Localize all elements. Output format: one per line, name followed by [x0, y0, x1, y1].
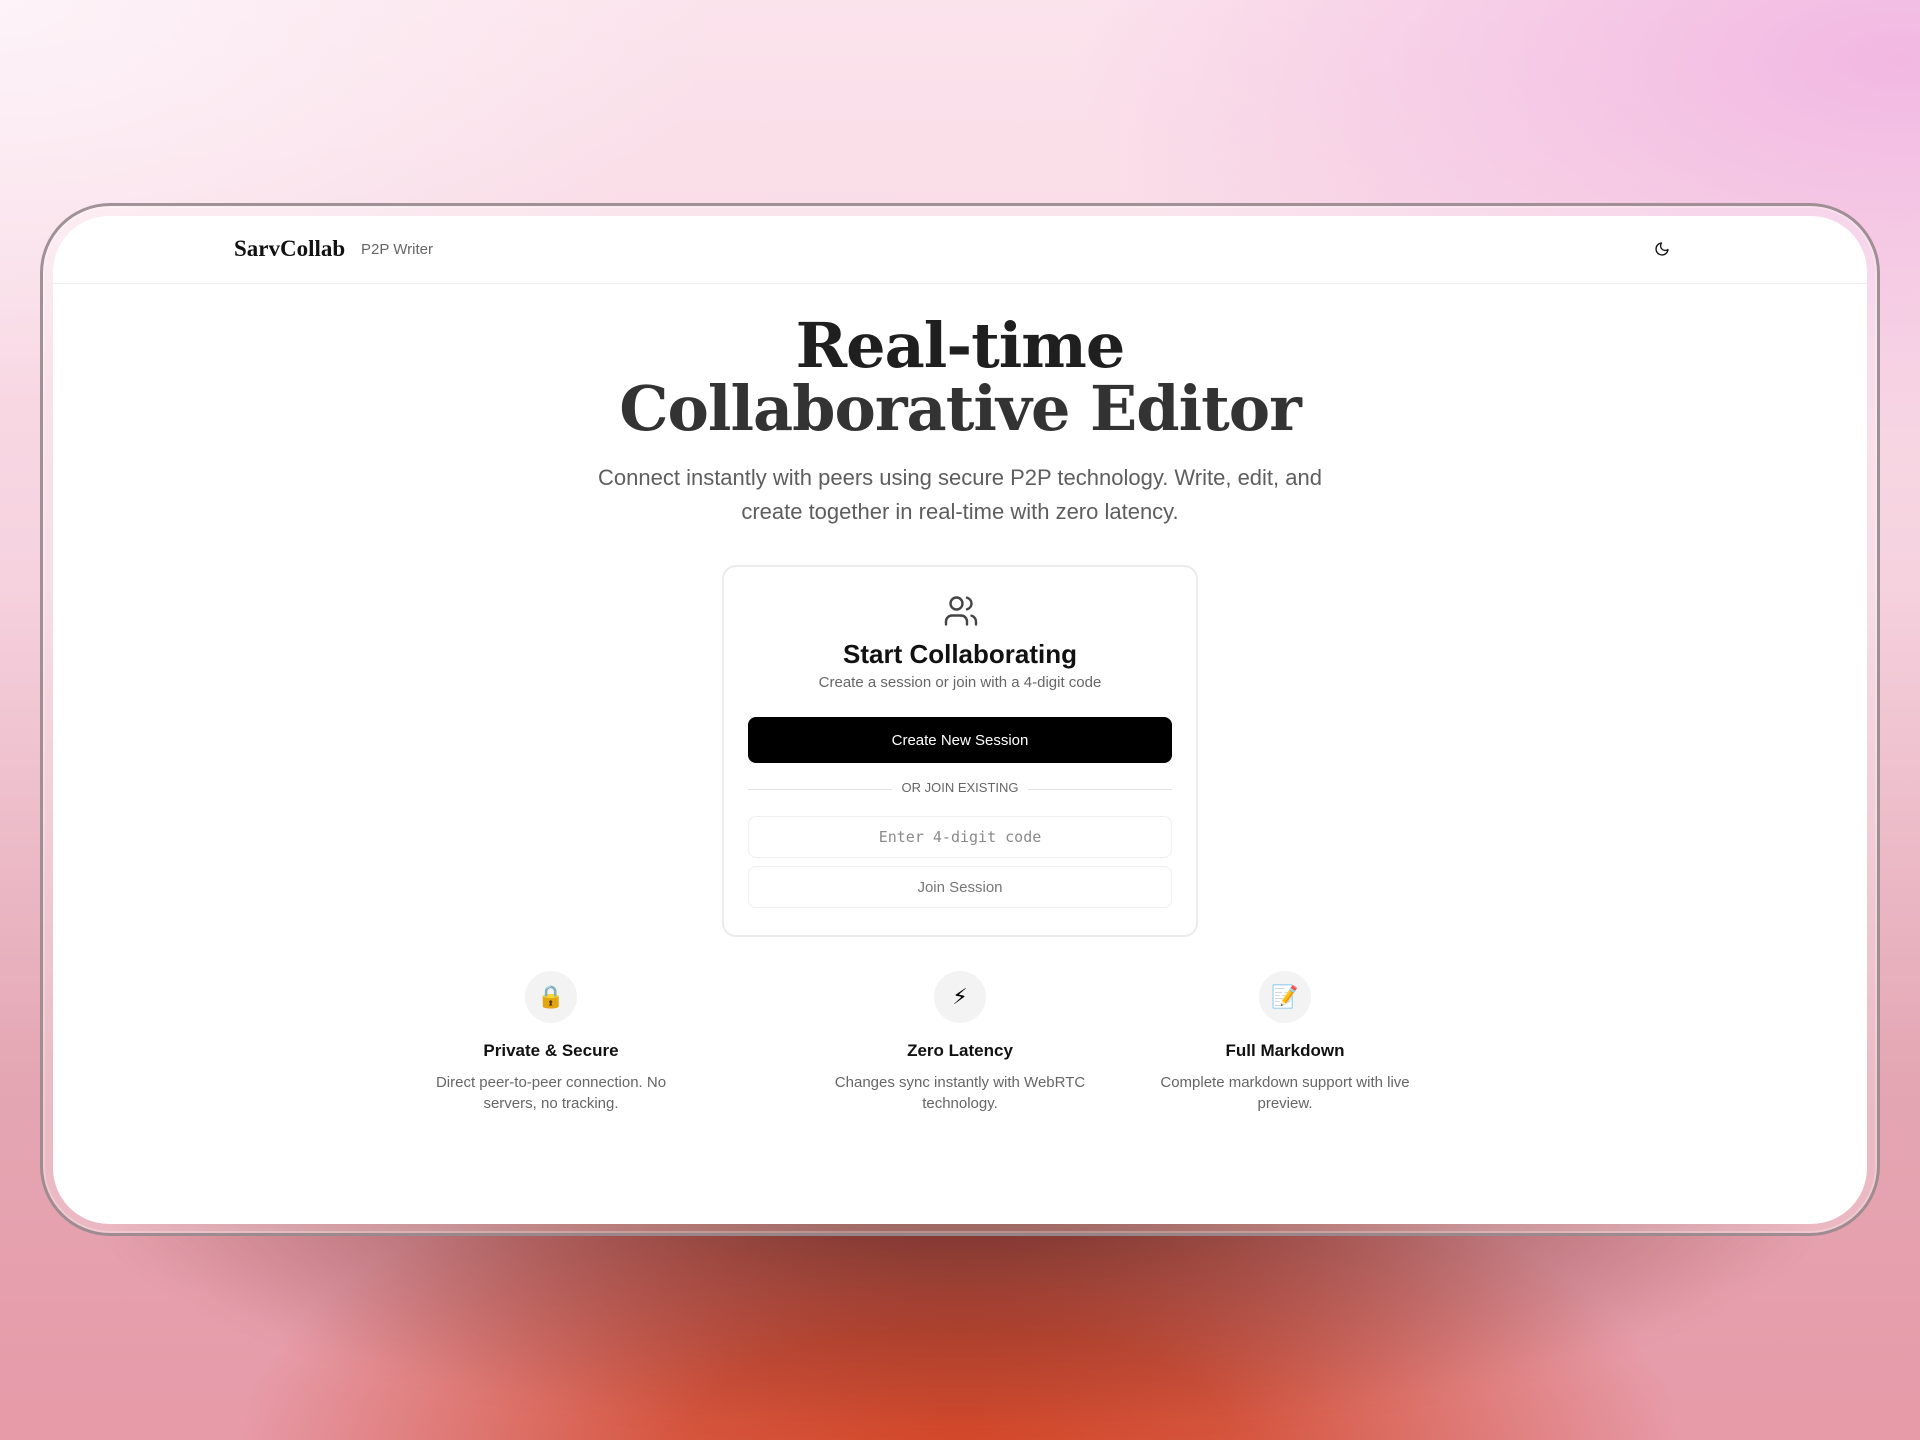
memo-icon: 📝	[1259, 971, 1311, 1023]
moon-icon	[1655, 242, 1669, 256]
feature-zero-latency: ⚡ Zero Latency Changes sync instantly wi…	[815, 971, 1105, 1114]
feature-full-markdown: 📝 Full Markdown Complete markdown suppor…	[1140, 971, 1430, 1114]
page-title: Real-time Collaborative Editor	[53, 314, 1867, 440]
feature-description: Complete markdown support with live prev…	[1160, 1074, 1410, 1112]
navbar: SarvCollab P2P Writer	[53, 216, 1867, 284]
feature-title: Full Markdown	[1225, 1041, 1345, 1060]
card-title: Start Collaborating	[842, 639, 1077, 669]
feature-title: Private & Secure	[483, 1041, 619, 1060]
join-session-button[interactable]: Join Session	[748, 866, 1172, 908]
page-subtitle: Connect instantly with peers using secur…	[598, 465, 1322, 524]
session-card: Start Collaborating Create a session or …	[722, 565, 1198, 937]
feature-title: Zero Latency	[907, 1041, 1013, 1060]
theme-toggle-button[interactable]	[1647, 234, 1677, 264]
page-title-line2: Collaborative Editor	[619, 372, 1302, 445]
brand-tagline: P2P Writer	[361, 241, 433, 258]
users-icon	[944, 596, 978, 626]
page-title-line1: Real-time	[795, 309, 1126, 382]
feature-private-secure: 🔒 Private & Secure Direct peer-to-peer c…	[406, 971, 696, 1114]
divider-label: OR JOIN EXISTING	[724, 780, 1196, 795]
feature-description: Direct peer-to-peer connection. No serve…	[435, 1074, 667, 1112]
brand-logo[interactable]: SarvCollab	[234, 236, 345, 262]
create-session-button[interactable]: Create New Session	[748, 717, 1172, 763]
divider-label-text: OR JOIN EXISTING	[892, 780, 1028, 795]
session-code-input[interactable]	[748, 816, 1172, 858]
lock-icon: 🔒	[525, 971, 577, 1023]
app-screen: SarvCollab P2P Writer Real-time Collabor…	[53, 216, 1867, 1224]
feature-description: Changes sync instantly with WebRTC techn…	[834, 1074, 1086, 1112]
lightning-icon: ⚡	[934, 971, 986, 1023]
card-subtitle: Create a session or join with a 4-digit …	[818, 674, 1102, 691]
